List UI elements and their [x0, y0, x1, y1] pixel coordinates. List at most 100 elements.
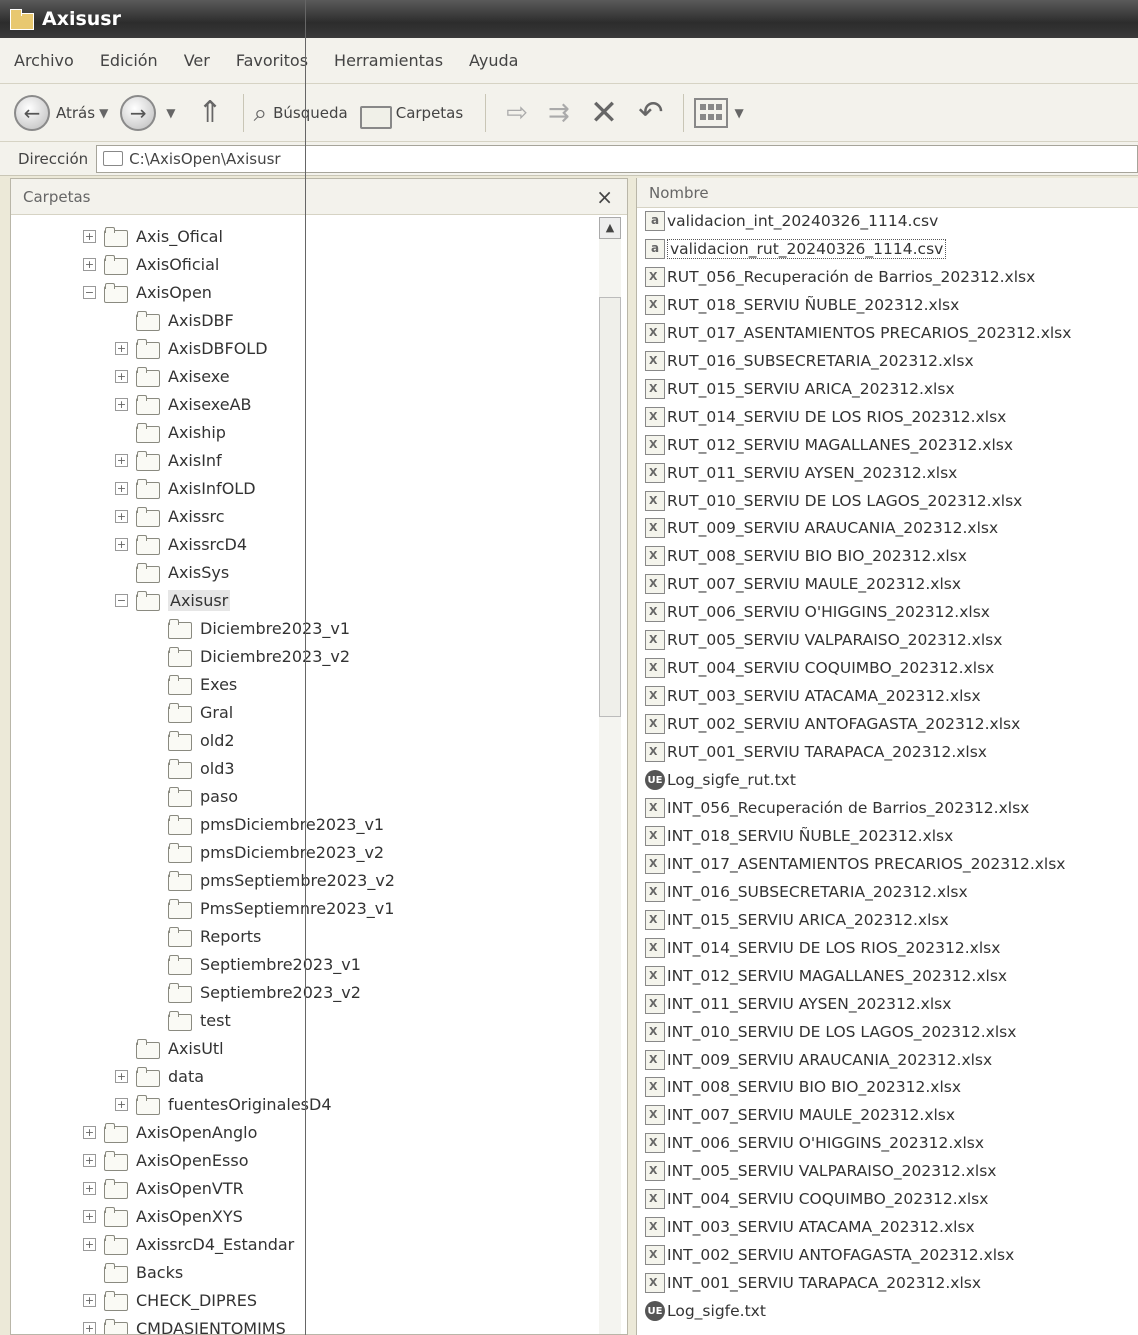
undo-icon[interactable]: ↶: [638, 95, 663, 130]
file-row[interactable]: INT_005_SERVIU VALPARAISO_202312.xlsx: [645, 1158, 996, 1184]
expand-icon[interactable]: +: [115, 369, 128, 383]
tree-item[interactable]: + AxissrcD4: [115, 531, 247, 557]
back-button[interactable]: ← Atrás ▼: [14, 94, 108, 131]
forward-dropdown-icon[interactable]: ▼: [166, 106, 175, 120]
file-row[interactable]: INT_016_SUBSECRETARIA_202312.xlsx: [645, 879, 968, 905]
menu-ayuda[interactable]: Ayuda: [469, 51, 518, 70]
expand-icon[interactable]: +: [115, 341, 128, 355]
search-button[interactable]: ⌕ Búsqueda: [254, 99, 348, 127]
collapse-icon[interactable]: −: [83, 285, 96, 299]
up-folder-icon[interactable]: ⇑: [198, 95, 223, 130]
file-row[interactable]: RUT_018_SERVIU ÑUBLE_202312.xlsx: [645, 292, 959, 318]
tree-item[interactable]: + AxisDBFOLD: [115, 335, 268, 361]
tree-item[interactable]: paso: [147, 783, 238, 809]
file-row[interactable]: RUT_003_SERVIU ATACAMA_202312.xlsx: [645, 683, 981, 709]
expand-icon[interactable]: +: [83, 1209, 96, 1223]
file-row[interactable]: INT_017_ASENTAMIENTOS PRECARIOS_202312.x…: [645, 851, 1065, 877]
menu-herramientas[interactable]: Herramientas: [334, 51, 443, 70]
tree-item[interactable]: + AxisOficial: [83, 251, 219, 277]
delete-icon[interactable]: ✕: [590, 93, 619, 133]
expand-icon[interactable]: +: [83, 1125, 96, 1139]
file-row[interactable]: RUT_014_SERVIU DE LOS RIOS_202312.xlsx: [645, 404, 1006, 430]
tree-item[interactable]: + AxisOpenVTR: [83, 1175, 244, 1201]
file-row[interactable]: INT_056_Recuperación de Barrios_202312.x…: [645, 795, 1029, 821]
tree-item[interactable]: Backs: [83, 1259, 183, 1285]
tree-item[interactable]: pmsSeptiembre2023_v2: [147, 867, 395, 893]
file-row[interactable]: INT_001_SERVIU TARAPACA_202312.xlsx: [645, 1270, 981, 1296]
tree-item[interactable]: + AxisOpenAnglo: [83, 1119, 257, 1145]
tree-item[interactable]: + Axis_Ofical: [83, 223, 223, 249]
views-button[interactable]: ▼: [694, 97, 744, 128]
tree-item[interactable]: AxisUtl: [115, 1035, 224, 1061]
file-row[interactable]: RUT_006_SERVIU O'HIGGINS_202312.xlsx: [645, 599, 990, 625]
file-row[interactable]: RUT_010_SERVIU DE LOS LAGOS_202312.xlsx: [645, 488, 1022, 514]
expand-icon[interactable]: +: [115, 397, 128, 411]
file-row[interactable]: RUT_009_SERVIU ARAUCANIA_202312.xlsx: [645, 515, 998, 541]
tree-item[interactable]: pmsDiciembre2023_v1: [147, 811, 384, 837]
close-pane-icon[interactable]: ×: [596, 185, 613, 209]
file-row[interactable]: UE Log_sigfe_rut.txt: [645, 767, 796, 793]
expand-icon[interactable]: +: [83, 1293, 96, 1307]
file-row[interactable]: RUT_012_SERVIU MAGALLANES_202312.xlsx: [645, 432, 1013, 458]
expand-icon[interactable]: +: [115, 481, 128, 495]
file-row[interactable]: RUT_001_SERVIU TARAPACA_202312.xlsx: [645, 739, 987, 765]
file-row[interactable]: UE Log_sigfe.txt: [645, 1298, 766, 1324]
folders-button[interactable]: Carpetas: [359, 101, 463, 129]
expand-icon[interactable]: +: [115, 453, 128, 467]
file-row[interactable]: INT_011_SERVIU AYSEN_202312.xlsx: [645, 991, 951, 1017]
file-row[interactable]: INT_012_SERVIU MAGALLANES_202312.xlsx: [645, 963, 1007, 989]
tree-item[interactable]: pmsDiciembre2023_v2: [147, 839, 384, 865]
menu-favoritos[interactable]: Favoritos: [236, 51, 308, 70]
expand-icon[interactable]: +: [115, 1097, 128, 1111]
tree-item[interactable]: Diciembre2023_v1: [147, 615, 350, 641]
folders-scrollbar[interactable]: ▲: [599, 217, 621, 1334]
file-row[interactable]: RUT_008_SERVIU BIO BIO_202312.xlsx: [645, 543, 967, 569]
file-row[interactable]: RUT_007_SERVIU MAULE_202312.xlsx: [645, 571, 961, 597]
collapse-icon[interactable]: −: [115, 593, 128, 607]
tree-item[interactable]: Septiembre2023_v1: [147, 951, 361, 977]
tree-item[interactable]: Reports: [147, 923, 261, 949]
file-row[interactable]: INT_004_SERVIU COQUIMBO_202312.xlsx: [645, 1186, 988, 1212]
tree-item[interactable]: AxisDBF: [115, 307, 234, 333]
menu-ver[interactable]: Ver: [184, 51, 210, 70]
tree-item[interactable]: + CHECK_DIPRES: [83, 1287, 257, 1313]
tree-item[interactable]: + AxisOpenXYS: [83, 1203, 243, 1229]
menu-edicion[interactable]: Edición: [100, 51, 158, 70]
address-input[interactable]: C:\AxisOpen\Axisusr: [96, 144, 1138, 173]
scroll-up-icon[interactable]: ▲: [599, 217, 621, 239]
file-row[interactable]: RUT_017_ASENTAMIENTOS PRECARIOS_202312.x…: [645, 320, 1071, 346]
move-to-icon[interactable]: ⇨: [506, 98, 528, 128]
tree-item[interactable]: AxisSys: [115, 559, 229, 585]
file-row[interactable]: INT_014_SERVIU DE LOS RIOS_202312.xlsx: [645, 935, 1000, 961]
file-row[interactable]: RUT_011_SERVIU AYSEN_202312.xlsx: [645, 460, 957, 486]
file-row[interactable]: RUT_004_SERVIU COQUIMBO_202312.xlsx: [645, 655, 994, 681]
expand-icon[interactable]: +: [115, 509, 128, 523]
file-row[interactable]: INT_007_SERVIU MAULE_202312.xlsx: [645, 1102, 955, 1128]
copy-to-icon[interactable]: ⇉: [548, 98, 570, 128]
expand-icon[interactable]: +: [83, 1181, 96, 1195]
tree-item[interactable]: Gral: [147, 699, 233, 725]
expand-icon[interactable]: +: [83, 1153, 96, 1167]
tree-item[interactable]: + AxisOpenEsso: [83, 1147, 249, 1173]
file-row[interactable]: INT_006_SERVIU O'HIGGINS_202312.xlsx: [645, 1130, 984, 1156]
back-dropdown-icon[interactable]: ▼: [99, 106, 108, 120]
file-row[interactable]: RUT_015_SERVIU ARICA_202312.xlsx: [645, 376, 955, 402]
tree-item[interactable]: − AxisOpen: [83, 279, 212, 305]
tree-item[interactable]: + AxissrcD4_Estandar: [83, 1231, 294, 1257]
tree-item[interactable]: + CMDASIENTOMIMS: [83, 1315, 286, 1334]
tree-item[interactable]: Septiembre2023_v2: [147, 979, 361, 1005]
tree-item[interactable]: Diciembre2023_v2: [147, 643, 350, 669]
file-row[interactable]: RUT_056_Recuperación de Barrios_202312.x…: [645, 264, 1035, 290]
expand-icon[interactable]: +: [115, 1069, 128, 1083]
tree-item[interactable]: + data: [115, 1063, 204, 1089]
expand-icon[interactable]: +: [83, 1321, 96, 1334]
tree-item[interactable]: + AxisInfOLD: [115, 475, 256, 501]
file-row[interactable]: INT_008_SERVIU BIO BIO_202312.xlsx: [645, 1074, 961, 1100]
file-row[interactable]: INT_010_SERVIU DE LOS LAGOS_202312.xlsx: [645, 1019, 1016, 1045]
forward-button[interactable]: → ▼: [120, 94, 176, 131]
tree-item[interactable]: Exes: [147, 671, 237, 697]
tree-item[interactable]: old2: [147, 727, 235, 753]
scrollbar-thumb[interactable]: [599, 297, 621, 717]
file-row[interactable]: INT_015_SERVIU ARICA_202312.xlsx: [645, 907, 949, 933]
tree-item[interactable]: Axiship: [115, 419, 226, 445]
